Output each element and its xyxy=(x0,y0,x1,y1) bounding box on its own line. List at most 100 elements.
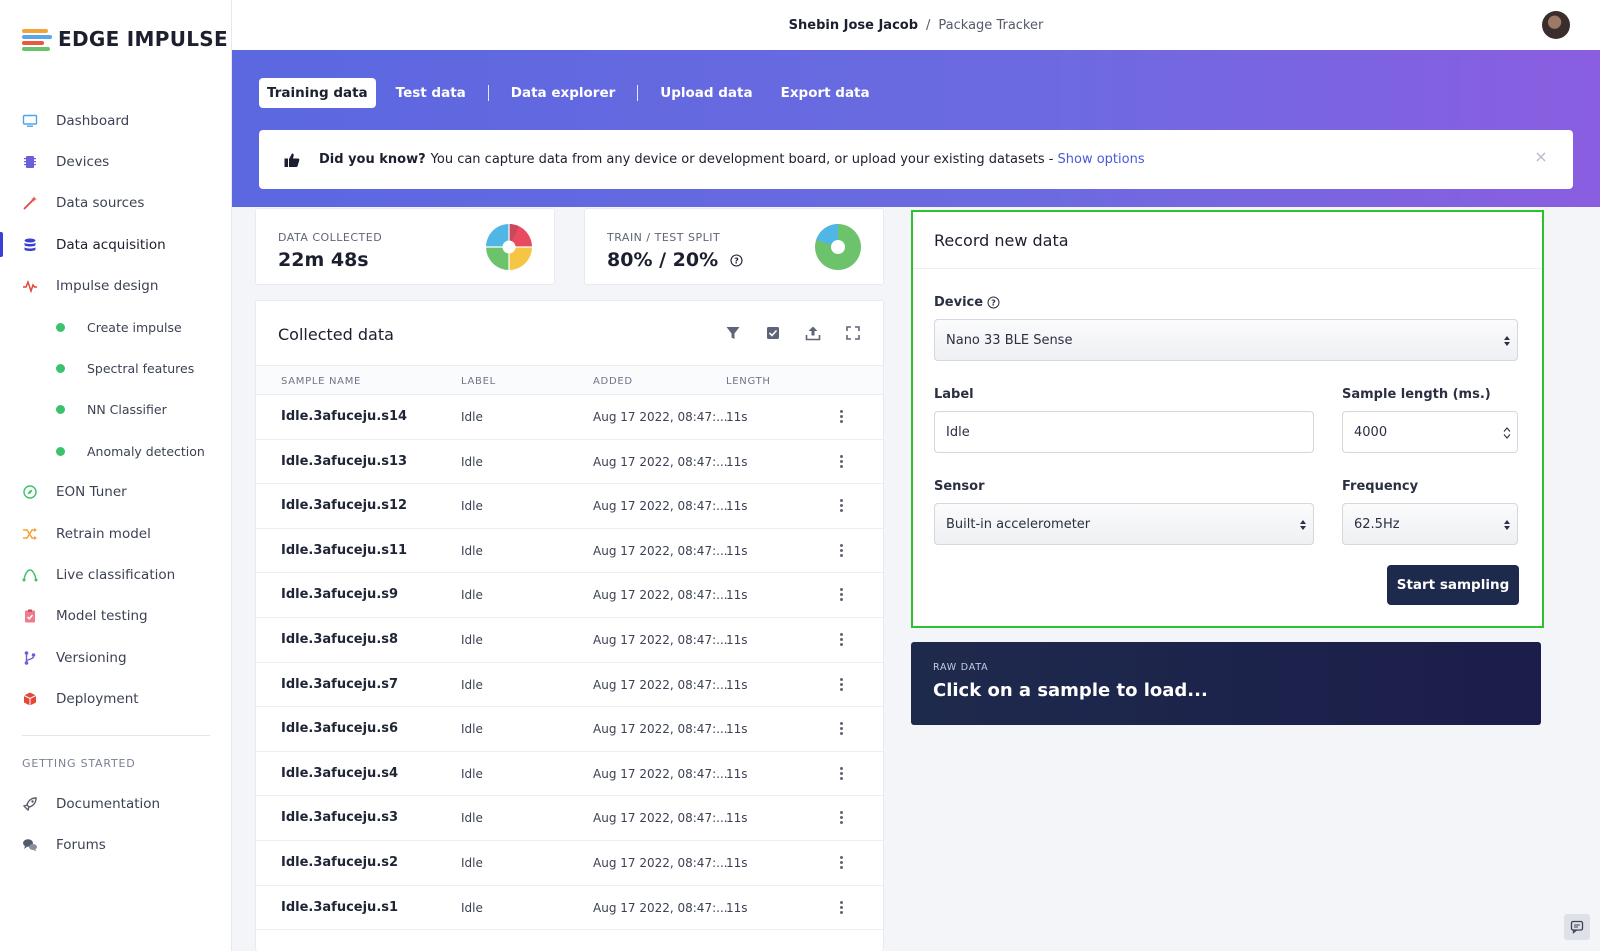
edge-impulse-logo[interactable]: EDGE IMPULSE xyxy=(22,26,228,52)
device-select[interactable]: Nano 33 BLE Sense xyxy=(934,319,1518,361)
sample-length: 11s xyxy=(726,632,748,647)
sidebar-item-label: Impulse design xyxy=(56,277,159,294)
table-row[interactable]: Idle.3afuceju.s2 Idle Aug 17 2022, 08:47:.… xyxy=(256,841,883,886)
data-collected-value: 22m 48s xyxy=(278,249,369,271)
more-options-icon[interactable] xyxy=(838,632,844,648)
start-sampling-button[interactable]: Start sampling xyxy=(1387,565,1519,605)
stat-value: 80% / 20% ? xyxy=(607,249,743,271)
more-options-icon[interactable] xyxy=(838,900,844,916)
sidebar-item-eon-tuner[interactable]: EON Tuner xyxy=(0,472,232,513)
tab-test-data[interactable]: Test data xyxy=(388,78,474,108)
tab-data-explorer[interactable]: Data explorer xyxy=(503,78,623,108)
more-options-icon[interactable] xyxy=(838,677,844,693)
table-row[interactable]: Idle.3afuceju.s1 Idle Aug 17 2022, 08:47:.… xyxy=(256,886,883,931)
table-row[interactable]: Idle.3afuceju.s14 Idle Aug 17 2022, 08:47:… xyxy=(256,395,883,440)
table-row[interactable]: Idle.3afuceju.s7 Idle Aug 17 2022, 08:47:.… xyxy=(256,663,883,708)
sidebar-item-retrain-model[interactable]: Retrain model xyxy=(0,513,232,554)
sample-label: Idle xyxy=(461,499,483,514)
magic-wand-icon xyxy=(22,195,38,211)
show-options-link[interactable]: Show options xyxy=(1058,152,1145,167)
tab-upload-data[interactable]: Upload data xyxy=(652,78,760,108)
table-row[interactable]: Idle.3afuceju.s9 Idle Aug 17 2022, 08:47:.… xyxy=(256,573,883,618)
avatar[interactable] xyxy=(1542,11,1570,39)
more-options-icon[interactable] xyxy=(838,454,844,470)
svg-text:?: ? xyxy=(734,256,739,265)
more-options-icon[interactable] xyxy=(838,855,844,871)
sidebar-item-devices[interactable]: Devices xyxy=(0,141,232,182)
sidebar-nav: Dashboard Devices Data sources Data acqu… xyxy=(0,100,232,719)
sidebar-item-anomaly-detection[interactable]: Anomaly detection xyxy=(0,430,232,471)
sidebar-item-spectral-features[interactable]: Spectral features xyxy=(0,348,232,389)
compass-icon xyxy=(22,484,38,500)
close-icon[interactable]: × xyxy=(1533,149,1549,165)
sidebar-item-label: Live classification xyxy=(56,566,176,583)
tab-training-data[interactable]: Training data xyxy=(259,78,376,108)
sample-label: Idle xyxy=(461,811,483,826)
tab-export-data[interactable]: Export data xyxy=(773,78,878,108)
table-row[interactable]: Idle.3afuceju.s3 Idle Aug 17 2022, 08:47:.… xyxy=(256,796,883,841)
chip-icon xyxy=(22,154,38,170)
sensor-select-value: Built-in accelerometer xyxy=(946,516,1091,532)
help-icon[interactable]: ? xyxy=(730,253,743,267)
more-options-icon[interactable] xyxy=(838,498,844,514)
label-input[interactable]: Idle xyxy=(934,411,1314,453)
clipboard-check-icon xyxy=(22,608,38,624)
filter-icon[interactable] xyxy=(725,325,741,341)
svg-text:?: ? xyxy=(991,298,996,307)
sidebar-item-impulse-design[interactable]: Impulse design xyxy=(0,265,232,306)
breadcrumb-separator: / xyxy=(926,17,931,33)
table-row[interactable]: Idle.3afuceju.s8 Idle Aug 17 2022, 08:47:.… xyxy=(256,618,883,663)
breadcrumb: Shebin Jose Jacob / Package Tracker xyxy=(789,18,1044,33)
more-options-icon[interactable] xyxy=(838,587,844,603)
column-header-label[interactable]: LABEL xyxy=(461,376,496,387)
sample-length: 11s xyxy=(726,543,748,558)
sample-name: Idle.3afuceju.s12 xyxy=(281,498,408,514)
more-options-icon[interactable] xyxy=(838,810,844,826)
sample-label: Idle xyxy=(461,632,483,647)
column-header-added[interactable]: ADDED xyxy=(593,376,633,387)
sidebar-item-label: Documentation xyxy=(56,795,161,812)
breadcrumb-user[interactable]: Shebin Jose Jacob xyxy=(789,18,918,33)
device-label-text: Device xyxy=(934,295,984,310)
sidebar-divider xyxy=(22,735,210,736)
sidebar-item-label: Anomaly detection xyxy=(87,443,205,459)
sidebar-item-forums[interactable]: Forums xyxy=(0,824,232,865)
sample-added: Aug 17 2022, 08:47:... xyxy=(593,410,728,424)
sidebar-item-create-impulse[interactable]: Create impulse xyxy=(0,306,232,347)
sidebar-item-data-sources[interactable]: Data sources xyxy=(0,183,232,224)
sidebar-item-deployment[interactable]: Deployment xyxy=(0,678,232,719)
sidebar-item-documentation[interactable]: Documentation xyxy=(0,783,232,824)
table-row[interactable]: Idle.3afuceju.s11 Idle Aug 17 2022, 08:47:… xyxy=(256,529,883,574)
sensor-select[interactable]: Built-in accelerometer xyxy=(934,503,1314,545)
stepper-icon[interactable] xyxy=(1503,426,1511,440)
sidebar-item-live-classification[interactable]: Live classification xyxy=(0,554,232,595)
sidebar-item-nn-classifier[interactable]: NN Classifier xyxy=(0,389,232,430)
more-options-icon[interactable] xyxy=(838,766,844,782)
table-row[interactable]: Idle.3afuceju.s6 Idle Aug 17 2022, 08:47:.… xyxy=(256,707,883,752)
expand-icon[interactable] xyxy=(845,325,861,341)
more-options-icon[interactable] xyxy=(838,721,844,737)
more-options-icon[interactable] xyxy=(838,543,844,559)
sample-length-input[interactable]: 4000 xyxy=(1342,411,1518,453)
sidebar-item-dashboard[interactable]: Dashboard xyxy=(0,100,232,141)
frequency-select[interactable]: 62.5Hz xyxy=(1342,503,1518,545)
collected-data-panel: Collected data SAMPLE NAME LABEL ADDED L… xyxy=(255,300,884,951)
sample-added: Aug 17 2022, 08:47:... xyxy=(593,588,728,603)
feedback-button[interactable] xyxy=(1564,914,1590,940)
more-options-icon[interactable] xyxy=(838,409,844,425)
sidebar-item-versioning[interactable]: Versioning xyxy=(0,637,232,678)
table-row[interactable]: Idle.3afuceju.s13 Idle Aug 17 2022, 08:47:… xyxy=(256,440,883,485)
breadcrumb-project[interactable]: Package Tracker xyxy=(938,18,1043,33)
sidebar-item-model-testing[interactable]: Model testing xyxy=(0,596,232,637)
table-row[interactable]: Idle.3afuceju.s4 Idle Aug 17 2022, 08:47:.… xyxy=(256,752,883,797)
column-header-sample-name[interactable]: SAMPLE NAME xyxy=(281,376,361,387)
status-dot-icon xyxy=(56,322,65,332)
table-row[interactable]: Idle.3afuceju.s12 Idle Aug 17 2022, 08:47:… xyxy=(256,484,883,529)
select-arrows-icon xyxy=(1504,336,1510,346)
sidebar-item-data-acquisition[interactable]: Data acquisition xyxy=(0,224,232,265)
tab-divider xyxy=(487,85,489,101)
column-header-length[interactable]: LENGTH xyxy=(726,376,771,387)
select-checkbox-icon[interactable] xyxy=(765,325,781,341)
upload-icon[interactable] xyxy=(805,325,821,341)
help-icon[interactable]: ? xyxy=(987,296,1000,309)
